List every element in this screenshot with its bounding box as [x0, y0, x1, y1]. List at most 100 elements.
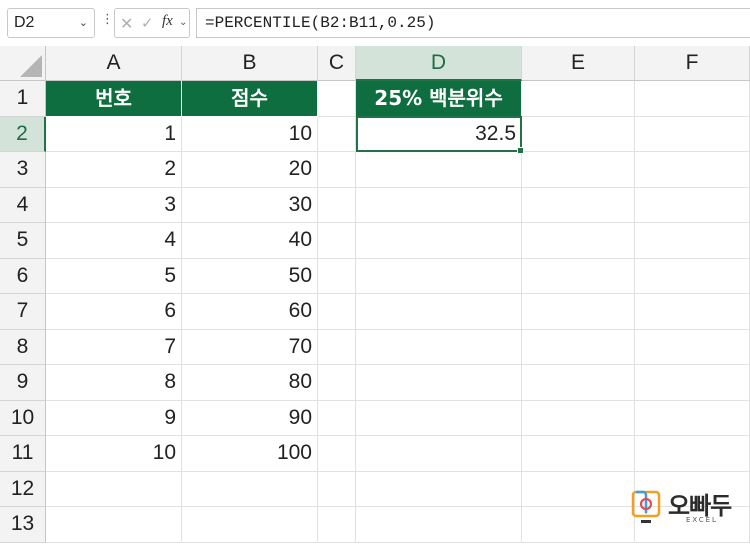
row-header-5[interactable]: 5	[0, 223, 46, 259]
cell-b5[interactable]: 40	[182, 223, 318, 259]
cell-e5[interactable]	[522, 223, 635, 259]
row-header-11[interactable]: 11	[0, 436, 46, 472]
cell-d5[interactable]	[356, 223, 522, 259]
cell-d2[interactable]: 32.5	[356, 116, 522, 152]
row-header-3[interactable]: 3	[0, 152, 46, 188]
enter-icon[interactable]: ✓	[141, 14, 154, 32]
cell-f3[interactable]	[635, 152, 750, 188]
cell-b4[interactable]: 30	[182, 187, 318, 223]
cell-d9[interactable]	[356, 365, 522, 401]
row-header-13[interactable]: 13	[0, 507, 46, 543]
cell-f5[interactable]	[635, 223, 750, 259]
name-box[interactable]: D2 ⌄	[7, 8, 95, 38]
cell-c12[interactable]	[318, 471, 356, 507]
cell-f9[interactable]	[635, 365, 750, 401]
cell-a1[interactable]: 번호	[46, 81, 182, 117]
cell-a8[interactable]: 7	[46, 329, 182, 365]
cell-a4[interactable]: 3	[46, 187, 182, 223]
column-header-f[interactable]: F	[635, 46, 750, 81]
cell-e9[interactable]	[522, 365, 635, 401]
cell-b3[interactable]: 20	[182, 152, 318, 188]
cell-e4[interactable]	[522, 187, 635, 223]
cell-a6[interactable]: 5	[46, 258, 182, 294]
row-header-2[interactable]: 2	[0, 116, 46, 152]
column-header-e[interactable]: E	[522, 46, 635, 81]
cell-c1[interactable]	[318, 81, 356, 117]
cell-c5[interactable]	[318, 223, 356, 259]
cell-d3[interactable]	[356, 152, 522, 188]
cell-c11[interactable]	[318, 436, 356, 472]
formula-input[interactable]: =PERCENTILE(B2:B11,0.25)	[196, 8, 750, 38]
cell-b10[interactable]: 90	[182, 400, 318, 436]
cell-f2[interactable]	[635, 116, 750, 152]
cell-b9[interactable]: 80	[182, 365, 318, 401]
cell-b7[interactable]: 60	[182, 294, 318, 330]
cell-f7[interactable]	[635, 294, 750, 330]
cell-c9[interactable]	[318, 365, 356, 401]
cell-a5[interactable]: 4	[46, 223, 182, 259]
cell-a7[interactable]: 6	[46, 294, 182, 330]
cell-d10[interactable]	[356, 400, 522, 436]
chevron-down-icon[interactable]: ⌄	[179, 17, 187, 28]
cell-e10[interactable]	[522, 400, 635, 436]
cell-f1[interactable]	[635, 81, 750, 117]
cell-d8[interactable]	[356, 329, 522, 365]
cell-c8[interactable]	[318, 329, 356, 365]
fill-handle[interactable]	[517, 147, 524, 154]
row-header-8[interactable]: 8	[0, 329, 46, 365]
cell-e1[interactable]	[522, 81, 635, 117]
cell-c4[interactable]	[318, 187, 356, 223]
cell-c2[interactable]	[318, 116, 356, 152]
row-header-7[interactable]: 7	[0, 294, 46, 330]
cell-e6[interactable]	[522, 258, 635, 294]
cell-c10[interactable]	[318, 400, 356, 436]
cell-e3[interactable]	[522, 152, 635, 188]
select-all-button[interactable]	[0, 46, 46, 81]
cell-d4[interactable]	[356, 187, 522, 223]
cell-c3[interactable]	[318, 152, 356, 188]
cell-b13[interactable]	[182, 507, 318, 543]
cell-d13[interactable]	[356, 507, 522, 543]
cell-a12[interactable]	[46, 471, 182, 507]
cell-a11[interactable]: 10	[46, 436, 182, 472]
column-header-c[interactable]: C	[318, 46, 356, 81]
row-header-4[interactable]: 4	[0, 187, 46, 223]
cell-f10[interactable]	[635, 400, 750, 436]
cell-b8[interactable]: 70	[182, 329, 318, 365]
cell-b1[interactable]: 점수	[182, 81, 318, 117]
cell-e13[interactable]	[522, 507, 635, 543]
column-header-d[interactable]: D	[356, 46, 522, 81]
cell-a3[interactable]: 2	[46, 152, 182, 188]
cell-d7[interactable]	[356, 294, 522, 330]
row-header-10[interactable]: 10	[0, 400, 46, 436]
insert-function-icon[interactable]: fx	[162, 13, 173, 30]
cell-f11[interactable]	[635, 436, 750, 472]
cell-d1[interactable]: 25% 백분위수	[356, 81, 522, 117]
row-header-9[interactable]: 9	[0, 365, 46, 401]
cell-c13[interactable]	[318, 507, 356, 543]
cell-b12[interactable]	[182, 471, 318, 507]
cell-d12[interactable]	[356, 471, 522, 507]
cell-b11[interactable]: 100	[182, 436, 318, 472]
row-header-12[interactable]: 12	[0, 471, 46, 507]
cell-a9[interactable]: 8	[46, 365, 182, 401]
column-header-b[interactable]: B	[182, 46, 318, 81]
cancel-icon[interactable]: ✕	[120, 14, 133, 34]
cell-e12[interactable]	[522, 471, 635, 507]
cell-a13[interactable]	[46, 507, 182, 543]
cell-f4[interactable]	[635, 187, 750, 223]
cell-d6[interactable]	[356, 258, 522, 294]
cell-b2[interactable]: 10	[182, 116, 318, 152]
cell-f6[interactable]	[635, 258, 750, 294]
cell-b6[interactable]: 50	[182, 258, 318, 294]
row-header-1[interactable]: 1	[0, 81, 46, 117]
cell-a2[interactable]: 1	[46, 116, 182, 152]
row-header-6[interactable]: 6	[0, 258, 46, 294]
cell-e7[interactable]	[522, 294, 635, 330]
cell-e8[interactable]	[522, 329, 635, 365]
cell-e11[interactable]	[522, 436, 635, 472]
more-options-icon[interactable]: ⋮	[101, 12, 114, 25]
column-header-a[interactable]: A	[46, 46, 182, 81]
cell-c7[interactable]	[318, 294, 356, 330]
cell-f8[interactable]	[635, 329, 750, 365]
